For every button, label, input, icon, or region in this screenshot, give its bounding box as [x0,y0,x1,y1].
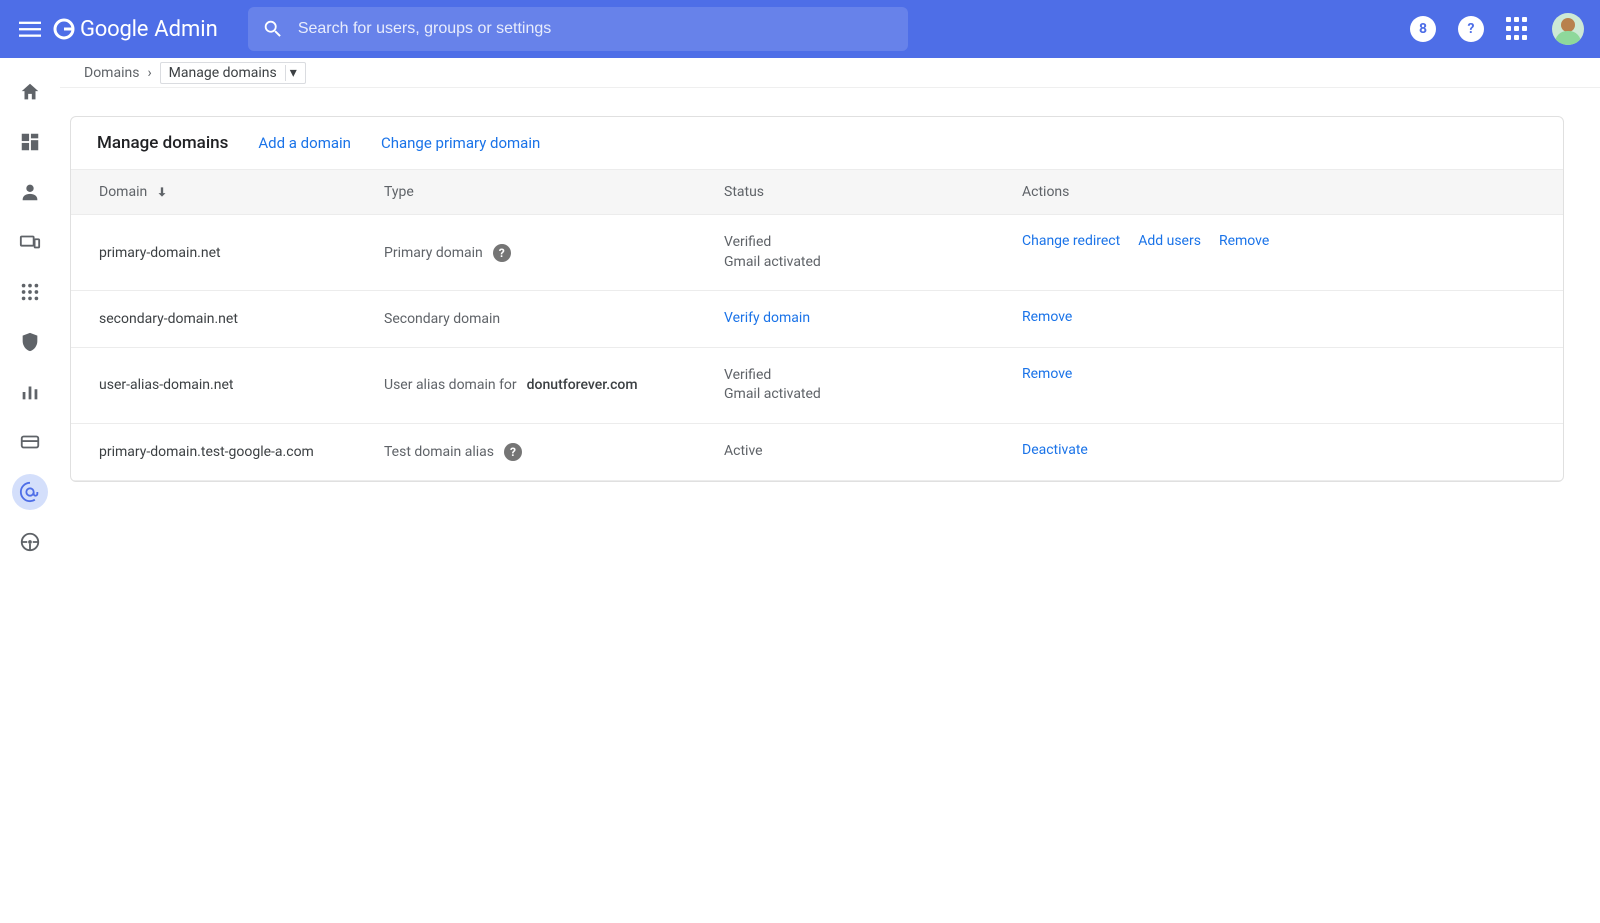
status-text: Gmail activated [724,385,1022,405]
avatar[interactable] [1552,13,1584,45]
verify-domain-link[interactable]: Verify domain [724,309,1022,329]
rail-analytics-icon[interactable] [12,374,48,410]
steering-icon [19,531,41,553]
person-icon [19,181,41,203]
header-actions: 8 ? [1410,13,1584,45]
table-row: secondary-domain.netSecondary domainVeri… [71,291,1563,348]
breadcrumb-current-dropdown[interactable]: Manage domains ▾ [160,62,306,84]
action-remove[interactable]: Remove [1219,233,1269,249]
status-text: Active [724,442,1022,462]
domains-card: Manage domains Add a domain Change prima… [70,116,1564,482]
breadcrumb: Domains › Manage domains ▾ [60,58,1600,88]
card-title: Manage domains [97,133,228,153]
status-text: Verified [724,366,1022,386]
home-icon [19,81,41,103]
rail-home-icon[interactable] [12,74,48,110]
cell-domain: primary-domain.net [99,233,384,272]
col-header-domain-label: Domain [99,184,147,200]
rail-devices-icon[interactable] [12,224,48,260]
cell-status: VerifiedGmail activated [724,233,1022,272]
billing-icon [19,431,41,453]
cell-type: Test domain alias? [384,442,724,462]
cell-type: Primary domain? [384,233,724,272]
cell-actions: Deactivate [1022,442,1535,462]
search-icon [262,18,284,40]
apps-launcher-icon[interactable] [1506,17,1530,41]
rail-person-icon[interactable] [12,174,48,210]
col-header-status[interactable]: Status [724,184,1022,200]
action-remove[interactable]: Remove [1022,366,1072,382]
table-row: primary-domain.netPrimary domain?Verifie… [71,215,1563,291]
action-add-users[interactable]: Add users [1138,233,1201,249]
cell-actions: Change redirect Add users Remove [1022,233,1535,272]
help-button[interactable]: ? [1458,16,1484,42]
cell-actions: Remove [1022,309,1535,329]
cell-actions: Remove [1022,366,1535,405]
app-header: Google Admin 8 ? [0,0,1600,58]
search-input[interactable] [298,20,894,38]
dashboard-icon [19,131,41,153]
rail-shield-icon[interactable] [12,324,48,360]
rail-apps-grid-icon[interactable] [12,274,48,310]
at-sign-icon [19,481,41,503]
action-remove[interactable]: Remove [1022,309,1072,325]
rail-at-sign-icon[interactable] [12,474,48,510]
cell-status: Verify domain [724,309,1022,329]
logo[interactable]: Google Admin [52,17,218,42]
logo-brand: Google [80,17,148,42]
cell-type: Secondary domain [384,309,724,329]
chevron-right-icon: › [147,65,151,81]
add-domain-link[interactable]: Add a domain [258,134,351,152]
cell-domain: secondary-domain.net [99,309,384,329]
help-icon[interactable]: ? [504,443,522,461]
logo-product: Admin [154,17,218,42]
table-header: Domain Type Status Actions [71,169,1563,215]
main-content: Domains › Manage domains ▾ Manage domain… [60,58,1600,560]
help-icon[interactable]: ? [493,244,511,262]
table-row: user-alias-domain.netUser alias domain f… [71,348,1563,424]
card-header: Manage domains Add a domain Change prima… [71,117,1563,169]
status-text: Gmail activated [724,253,1022,273]
rail-dashboard-icon[interactable] [12,124,48,160]
account-badge[interactable]: 8 [1410,16,1436,42]
col-header-domain[interactable]: Domain [99,184,384,200]
table-row: primary-domain.test-google-a.comTest dom… [71,424,1563,481]
change-primary-link[interactable]: Change primary domain [381,134,540,152]
status-text: Verified [724,233,1022,253]
hamburger-menu[interactable] [16,15,44,43]
analytics-icon [19,381,41,403]
chevron-down-icon: ▾ [285,65,301,81]
rail-steering-icon[interactable] [12,524,48,560]
cell-type: User alias domain for donutforever.com [384,366,724,405]
devices-icon [19,231,41,253]
cell-domain: primary-domain.test-google-a.com [99,442,384,462]
action-change-redirect[interactable]: Change redirect [1022,233,1120,249]
nav-rail [0,58,60,560]
table-body: primary-domain.netPrimary domain?Verifie… [71,215,1563,481]
google-logo-icon [52,17,76,41]
shield-icon [19,331,41,353]
apps-grid-icon [19,281,41,303]
cell-domain: user-alias-domain.net [99,366,384,405]
breadcrumb-root[interactable]: Domains [84,65,139,81]
cell-status: VerifiedGmail activated [724,366,1022,405]
action-deactivate[interactable]: Deactivate [1022,442,1088,458]
search-bar[interactable] [248,7,908,51]
rail-billing-icon[interactable] [12,424,48,460]
col-header-actions: Actions [1022,184,1535,200]
sort-desc-icon [155,185,169,199]
breadcrumb-current-label: Manage domains [169,65,277,81]
cell-status: Active [724,442,1022,462]
col-header-type[interactable]: Type [384,184,724,200]
